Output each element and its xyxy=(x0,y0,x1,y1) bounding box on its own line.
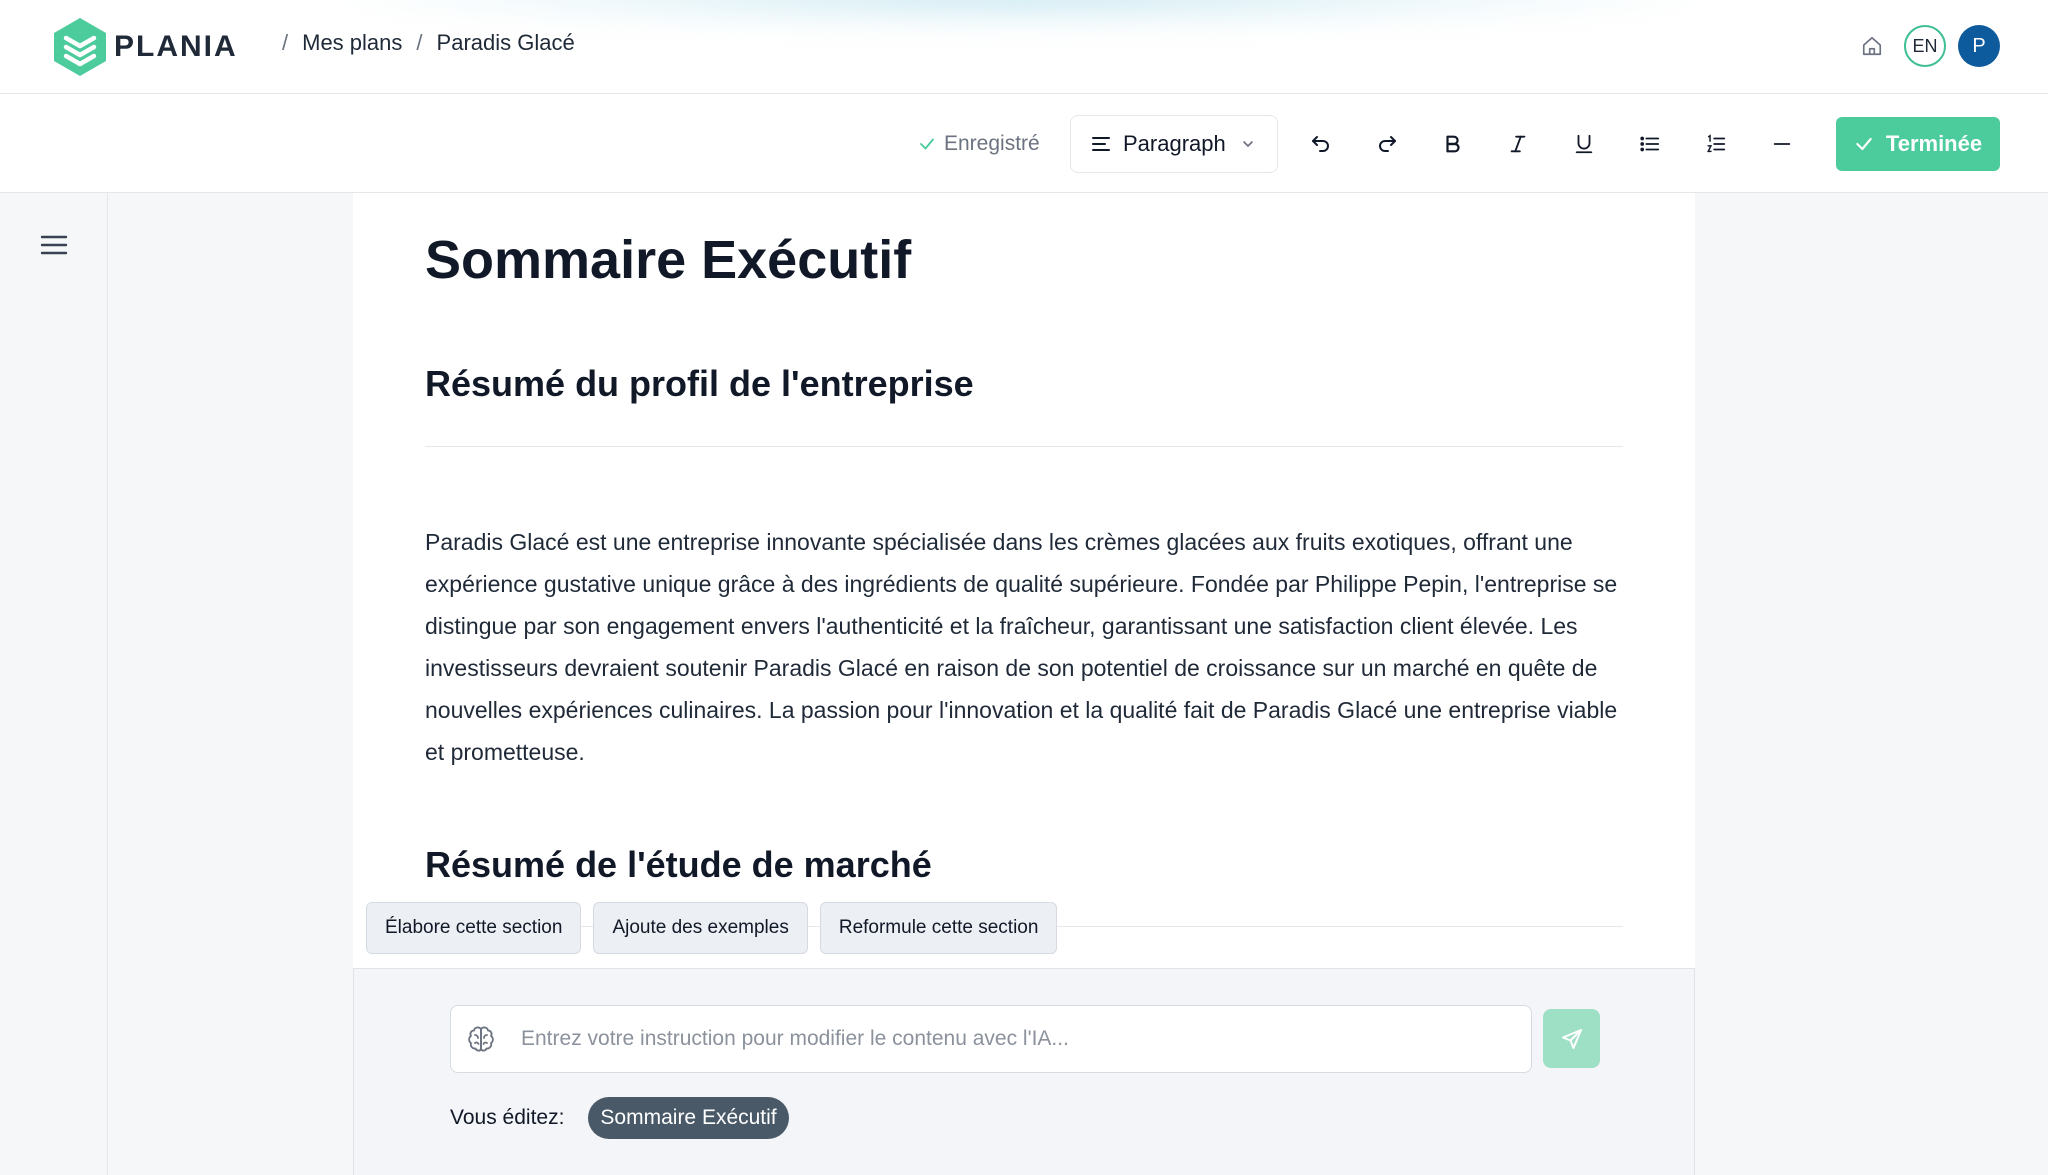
redo-icon xyxy=(1379,136,1396,152)
home-button[interactable] xyxy=(1850,24,1894,68)
done-button[interactable]: Terminée xyxy=(1836,117,2000,171)
paragraph-align-icon xyxy=(1092,137,1110,151)
section-body-company-profile[interactable]: Paradis Glacé est une entreprise innovan… xyxy=(425,521,1623,773)
hamburger-menu-icon xyxy=(40,235,68,255)
italic-button[interactable] xyxy=(1497,123,1539,165)
ordered-list-button[interactable] xyxy=(1695,123,1737,165)
block-type-select[interactable]: Paragraph xyxy=(1070,115,1278,173)
breadcrumb-separator: / xyxy=(416,30,423,55)
editing-context: Vous éditez: Sommaire Exécutif xyxy=(450,1097,789,1139)
underline-button[interactable] xyxy=(1563,123,1605,165)
document-title: Sommaire Exécutif xyxy=(425,230,912,290)
undo-icon xyxy=(1312,136,1329,152)
redo-button[interactable] xyxy=(1366,123,1408,165)
breadcrumb-current-plan: Paradis Glacé xyxy=(436,30,575,55)
logo-text: PLANIA xyxy=(114,30,238,63)
block-type-label: Paragraph xyxy=(1123,131,1226,156)
ai-suggestion-chips: Élabore cette section Ajoute des exemple… xyxy=(366,902,1069,954)
bold-icon xyxy=(1446,135,1460,153)
undo-button[interactable] xyxy=(1300,123,1342,165)
check-icon xyxy=(1856,137,1872,151)
breadcrumb-my-plans[interactable]: Mes plans xyxy=(302,30,402,56)
user-avatar[interactable]: P xyxy=(1958,25,2000,67)
document-editor[interactable]: Sommaire Exécutif Résumé du profil de l'… xyxy=(353,193,1695,968)
plania-logo[interactable]: PLANIA xyxy=(52,16,238,78)
header-glow xyxy=(340,0,1700,30)
bullet-list-icon xyxy=(1640,136,1660,152)
check-icon xyxy=(920,138,934,150)
send-button[interactable] xyxy=(1543,1009,1600,1068)
send-icon xyxy=(1561,1028,1582,1049)
bold-button[interactable] xyxy=(1432,123,1474,165)
ai-instruction-input[interactable] xyxy=(519,1026,1483,1052)
italic-icon xyxy=(1510,135,1526,153)
rephrase-section-chip[interactable]: Reformule cette section xyxy=(819,902,1058,954)
ordered-list-icon xyxy=(1707,134,1726,153)
language-button[interactable]: EN xyxy=(1904,25,1946,67)
chevron-down-icon xyxy=(1242,141,1253,147)
brain-icon xyxy=(468,1026,494,1052)
home-icon xyxy=(1862,36,1882,56)
editor-toolbar: Enregistré Paragraph Terminée xyxy=(0,94,2048,193)
add-examples-chip[interactable]: Ajoute des exemples xyxy=(593,902,808,954)
horizontal-rule-button[interactable] xyxy=(1761,123,1803,165)
done-button-label: Terminée xyxy=(1885,131,1983,156)
section-heading-market-study: Résumé de l'étude de marché xyxy=(425,844,932,885)
menu-button[interactable] xyxy=(38,229,70,261)
top-header: PLANIA / Mes plans / Paradis Glacé EN P xyxy=(0,0,2048,94)
logo-mark-icon xyxy=(54,18,106,76)
elaborate-section-chip[interactable]: Élabore cette section xyxy=(366,902,582,954)
section-divider xyxy=(425,446,1623,447)
ai-assistant-panel: Vous éditez: Sommaire Exécutif xyxy=(353,968,1695,1175)
underline-icon xyxy=(1575,134,1593,154)
left-sidebar xyxy=(0,193,108,1175)
save-status: Enregistré xyxy=(918,132,1040,156)
save-status-label: Enregistré xyxy=(944,132,1040,155)
editing-label: Vous éditez: xyxy=(450,1106,565,1129)
breadcrumb: / Mes plans / Paradis Glacé xyxy=(268,30,575,56)
editing-section-badge: Sommaire Exécutif xyxy=(588,1097,789,1139)
horizontal-rule-icon xyxy=(1773,143,1791,145)
breadcrumb-separator: / xyxy=(282,30,289,55)
ai-instruction-field[interactable] xyxy=(450,1005,1532,1073)
bullet-list-button[interactable] xyxy=(1629,123,1671,165)
section-heading-company-profile: Résumé du profil de l'entreprise xyxy=(425,363,974,404)
header-actions: EN P xyxy=(1850,24,2000,68)
